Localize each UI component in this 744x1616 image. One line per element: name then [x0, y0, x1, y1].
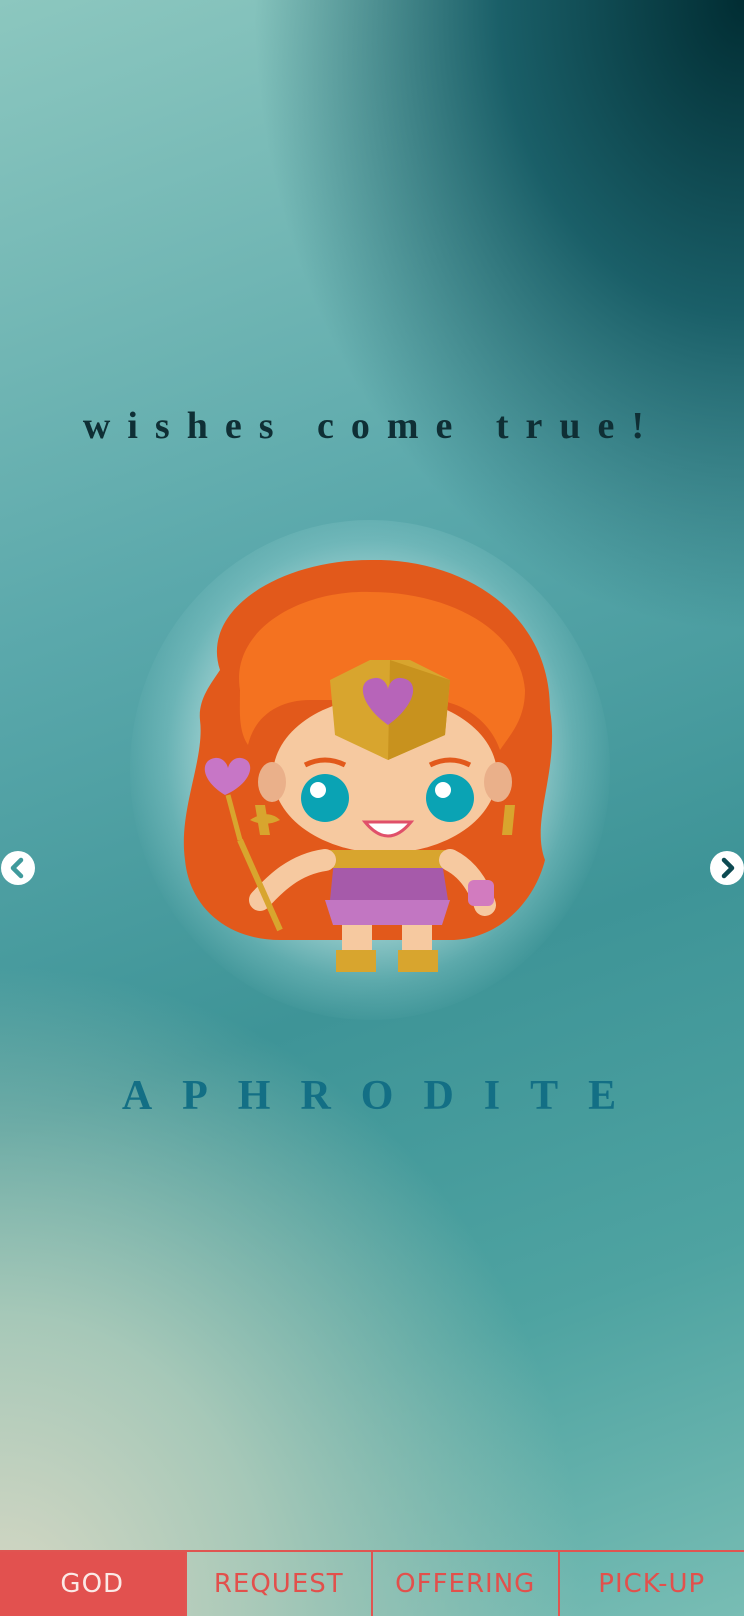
bottom-tab-bar: GOD REQUEST OFFERING PICK-UP — [0, 1550, 744, 1616]
tagline: wishes come true! — [82, 405, 662, 447]
carousel-next-button[interactable] — [710, 851, 744, 885]
chevron-right-icon — [721, 857, 735, 879]
god-name-title: APHRODITE — [121, 1073, 647, 1119]
chevron-left-icon — [10, 857, 24, 879]
aphrodite-image — [183, 559, 553, 972]
tab-request[interactable]: REQUEST — [184, 1552, 372, 1616]
god-illustration — [130, 520, 610, 1020]
carousel-prev-button[interactable] — [1, 851, 35, 885]
tab-pick-up[interactable]: PICK-UP — [557, 1552, 744, 1616]
tab-god[interactable]: GOD — [0, 1552, 185, 1616]
tab-offering[interactable]: OFFERING — [371, 1552, 558, 1616]
